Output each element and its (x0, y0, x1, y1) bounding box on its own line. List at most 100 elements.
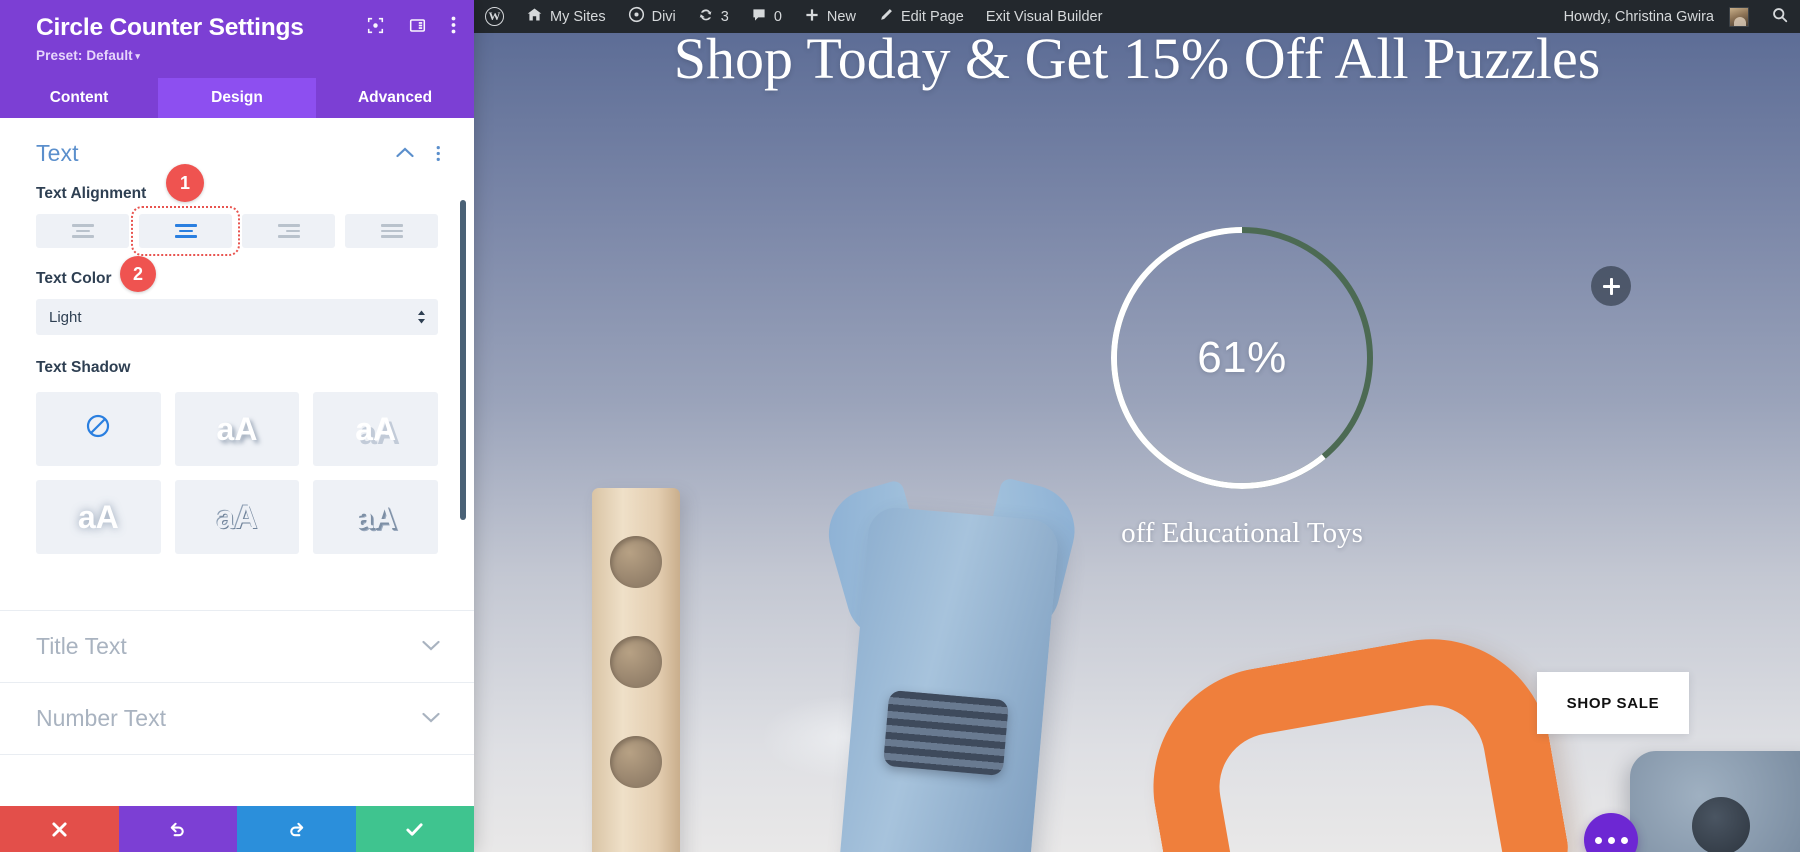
exit-visual-builder-link[interactable]: Exit Visual Builder (975, 0, 1114, 33)
settings-tabs: Content Design Advanced (0, 78, 474, 118)
text-shadow-offset-double-button[interactable]: aA (313, 480, 438, 554)
text-color-select[interactable]: Light (36, 299, 438, 335)
align-center-icon (174, 224, 197, 238)
chevron-up-icon[interactable] (395, 145, 414, 163)
redo-button[interactable] (237, 806, 356, 852)
wordpress-logo-icon: W (485, 7, 504, 26)
circle-counter-module[interactable]: 61% off Educational Toys (1107, 223, 1377, 550)
tab-design[interactable]: Design (158, 78, 316, 118)
photo-prop-wrench-grip (882, 689, 1010, 777)
ellipsis-dot (1607, 836, 1615, 844)
tab-content[interactable]: Content (0, 78, 158, 118)
text-shadow-outline-button[interactable]: aA (174, 480, 300, 554)
number-text-section-label: Number Text (36, 705, 166, 731)
my-sites-label: My Sites (550, 8, 606, 25)
layout-toggle-icon[interactable] (409, 17, 426, 34)
settings-panel-header: Circle Counter Settings Preset: Default … (0, 0, 474, 78)
settings-panel-header-actions (367, 16, 456, 34)
text-section-header[interactable]: Text (0, 118, 474, 177)
updates-icon (698, 7, 714, 27)
text-shadow-hard-drop-button[interactable]: aA (313, 392, 438, 466)
section-number-text[interactable]: Number Text (0, 682, 474, 754)
circle-counter-settings-panel: Circle Counter Settings Preset: Default … (0, 0, 474, 852)
exit-visual-builder-label: Exit Visual Builder (985, 8, 1103, 25)
fullscreen-icon[interactable] (367, 17, 384, 34)
section-next-partial[interactable] (0, 754, 474, 799)
align-justify-button[interactable] (345, 214, 438, 248)
updates-count: 3 (720, 8, 729, 25)
comments-count: 0 (773, 8, 782, 25)
annotation-badge-1: 1 (166, 164, 204, 202)
divi-icon (628, 6, 645, 27)
settings-panel-body: Text Text Alignment Text Color Light Tex… (0, 118, 474, 806)
section-kebab-menu-icon[interactable] (436, 145, 441, 162)
settings-panel-footer (0, 806, 474, 852)
align-left-icon (71, 224, 94, 238)
text-color-select-wrap: Light (36, 299, 438, 335)
shop-sale-button[interactable]: SHOP SALE (1537, 672, 1689, 734)
new-content-menu[interactable]: New (793, 0, 867, 33)
photo-prop-wrench (838, 505, 1060, 852)
annotation-badge-2: 2 (120, 256, 156, 292)
photo-prop-wood-block (592, 488, 680, 852)
circle-counter-percent: 61% (1197, 333, 1287, 382)
text-color-label: Text Color (36, 270, 112, 287)
edit-page-label: Edit Page (900, 8, 964, 25)
updates-menu[interactable]: 3 (687, 0, 740, 33)
text-alignment-label: Text Alignment (36, 185, 147, 202)
kebab-menu-icon[interactable] (451, 16, 456, 34)
circle-counter-graphic: 61% (1107, 223, 1377, 493)
add-module-button-1[interactable] (1591, 266, 1631, 306)
text-shadow-label: Text Shadow (36, 359, 131, 376)
wordpress-logo-menu[interactable]: W (474, 0, 515, 33)
save-button[interactable] (355, 806, 474, 852)
preset-label: Preset: Default (36, 48, 133, 63)
search-button[interactable] (1760, 0, 1800, 33)
no-shadow-icon (85, 413, 111, 446)
preset-selector[interactable]: Preset: Default ▾ (36, 48, 452, 63)
chevron-down-icon[interactable] (422, 638, 440, 656)
settings-panel-scrollbar[interactable] (460, 200, 466, 520)
discard-button[interactable] (0, 806, 119, 852)
align-left-button[interactable] (36, 214, 129, 248)
text-shadow-blur-glow-button[interactable]: aA (36, 480, 161, 554)
text-color-field: Text Color Light (0, 248, 474, 335)
align-center-button[interactable] (131, 206, 240, 256)
section-title-text[interactable]: Title Text (0, 610, 474, 682)
new-label: New (826, 8, 856, 25)
text-shadow-none-button[interactable] (36, 392, 161, 466)
plus-icon (804, 7, 820, 27)
comment-icon (751, 7, 767, 27)
avatar (1729, 6, 1749, 27)
chevron-down-icon: ▾ (132, 51, 140, 61)
divi-label: Divi (651, 8, 676, 25)
circle-counter-title: off Educational Toys (1121, 517, 1363, 549)
tab-advanced[interactable]: Advanced (316, 78, 474, 118)
screen-root: W My Sites Divi 3 0 New Edit Page Exit V… (0, 0, 1800, 852)
page-canvas: Shop Today & Get 15% Off All Puzzles 61%… (474, 33, 1800, 852)
wordpress-admin-bar: W My Sites Divi 3 0 New Edit Page Exit V… (474, 0, 1800, 33)
pencil-icon (878, 7, 894, 27)
home-icon (526, 6, 543, 27)
account-menu[interactable]: Howdy, Christina Gwira (1553, 0, 1760, 33)
greeting-label: Howdy, Christina Gwira (1563, 8, 1714, 25)
text-shadow-soft-drop-button[interactable]: aA (174, 392, 300, 466)
photo-prop-orange-tool (1134, 620, 1574, 852)
text-section-tools (395, 145, 441, 163)
comments-menu[interactable]: 0 (740, 0, 793, 33)
undo-button[interactable] (118, 806, 237, 852)
search-icon (1771, 6, 1789, 28)
text-shadow-options: aA aA aA aA aA (36, 392, 438, 554)
text-alignment-field: Text Alignment (0, 177, 474, 256)
align-right-button[interactable] (242, 214, 335, 248)
chevron-down-icon[interactable] (422, 710, 440, 728)
text-shadow-field: Text Shadow aA aA aA aA aA (0, 335, 474, 554)
align-right-icon (277, 224, 300, 238)
photo-prop-grey-knob (1630, 751, 1800, 852)
my-sites-menu[interactable]: My Sites (515, 0, 617, 33)
edit-page-link[interactable]: Edit Page (867, 0, 975, 33)
text-alignment-options (36, 206, 438, 256)
divi-menu[interactable]: Divi (617, 0, 687, 33)
ellipsis-dot (1594, 836, 1602, 844)
title-text-section-label: Title Text (36, 633, 127, 659)
